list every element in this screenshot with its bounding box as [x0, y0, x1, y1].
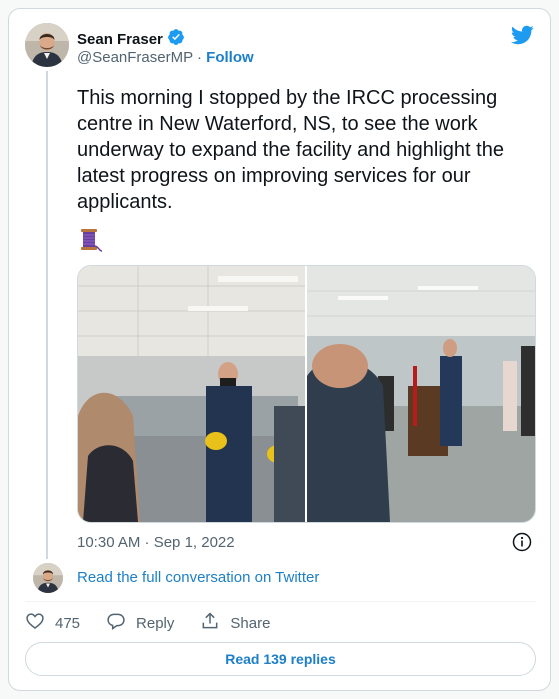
share-button[interactable]: Share [200, 611, 270, 635]
tweet-timestamp[interactable]: 10:30 AM · Sep 1, 2022 [77, 533, 235, 553]
like-button[interactable]: 475 [25, 611, 80, 635]
spool-of-thread-icon [77, 227, 103, 253]
author-avatar[interactable] [25, 23, 69, 67]
reply-icon [106, 611, 126, 635]
handle-separator: · [197, 49, 202, 66]
photo-grid[interactable] [77, 265, 536, 523]
info-icon[interactable] [512, 532, 532, 552]
tweet-card: Sean Fraser @SeanFraserMP · Follow This … [8, 8, 551, 691]
author-avatar-small[interactable] [33, 563, 63, 593]
action-bar: 475 Reply Share [25, 611, 296, 635]
thread-line [46, 71, 48, 559]
share-label: Share [230, 614, 271, 632]
processing-centre-photo-left[interactable] [78, 266, 305, 522]
processing-centre-photo-right[interactable] [307, 266, 535, 522]
like-count: 475 [55, 614, 81, 632]
share-icon [200, 611, 220, 635]
divider [25, 601, 536, 602]
follow-link[interactable]: Follow [206, 49, 254, 66]
reply-label: Reply [136, 614, 175, 632]
photo-grid-images [78, 266, 535, 522]
author-handle[interactable]: @SeanFraserMP [77, 49, 193, 66]
heart-icon [25, 611, 45, 635]
twitter-bird-icon[interactable] [510, 23, 534, 47]
read-full-conversation-link[interactable]: Read the full conversation on Twitter [77, 568, 319, 588]
tweet-text: This morning I stopped by the IRCC proce… [77, 87, 504, 213]
reply-button[interactable]: Reply [106, 611, 174, 635]
author-name[interactable]: Sean Fraser [77, 30, 163, 50]
read-replies-button[interactable]: Read 139 replies [25, 642, 536, 676]
author-handle-row: @SeanFraserMP · Follow [77, 48, 254, 68]
